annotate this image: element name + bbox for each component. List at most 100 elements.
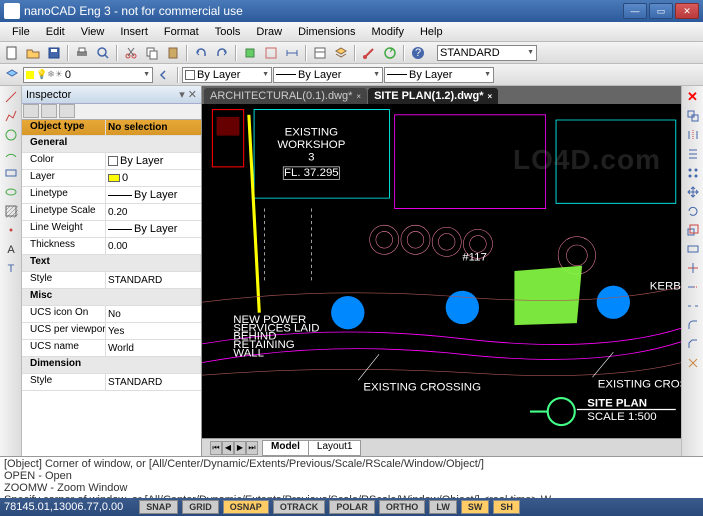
cut-icon[interactable]: [121, 44, 141, 62]
menu-help[interactable]: Help: [412, 24, 451, 40]
status-polar[interactable]: POLAR: [329, 500, 375, 514]
tab-model[interactable]: Model: [262, 440, 309, 456]
move-icon[interactable]: [684, 183, 702, 201]
prop-textstyle[interactable]: STANDARD: [106, 272, 201, 288]
menu-view[interactable]: View: [73, 24, 113, 40]
maximize-button[interactable]: ▭: [649, 3, 673, 19]
doc-tab-siteplan[interactable]: SITE PLAN(1.2).dwg*×: [368, 88, 498, 104]
inspector-close-icon[interactable]: ▾ ✕: [179, 88, 197, 101]
new-icon[interactable]: [2, 44, 22, 62]
prop-dimstyle[interactable]: STANDARD: [106, 374, 201, 390]
undo-icon[interactable]: [191, 44, 211, 62]
prop-ltscale[interactable]: 0.20: [106, 204, 201, 220]
minimize-button[interactable]: —: [623, 3, 647, 19]
scale-icon[interactable]: [684, 221, 702, 239]
layers-icon[interactable]: [331, 44, 351, 62]
drawing-viewport[interactable]: LO4D.com: [202, 104, 681, 438]
color-dropdown[interactable]: By Layer: [182, 67, 272, 83]
explode-icon[interactable]: [684, 354, 702, 372]
prop-color[interactable]: By Layer: [106, 153, 201, 169]
menu-dimensions[interactable]: Dimensions: [290, 24, 363, 40]
prop-ucsvp[interactable]: Yes: [106, 323, 201, 339]
prop-thickness[interactable]: 0.00: [106, 238, 201, 254]
block-icon[interactable]: [240, 44, 260, 62]
tab-first-icon[interactable]: ⏮: [210, 441, 222, 455]
status-ortho[interactable]: ORTHO: [379, 500, 426, 514]
status-sw[interactable]: SW: [461, 500, 490, 514]
line-icon[interactable]: [2, 88, 20, 106]
rotate-icon[interactable]: [684, 202, 702, 220]
help-icon[interactable]: ?: [408, 44, 428, 62]
doc-tab-architectural[interactable]: ARCHITECTURAL(0.1).dwg*×: [204, 88, 367, 104]
tab-last-icon[interactable]: ⏭: [246, 441, 258, 455]
close-tab-icon[interactable]: ×: [488, 92, 493, 101]
erase-icon[interactable]: ✕: [684, 88, 702, 106]
menu-draw[interactable]: Draw: [248, 24, 290, 40]
properties-icon[interactable]: [310, 44, 330, 62]
status-osnap[interactable]: OSNAP: [223, 500, 269, 514]
arc-icon[interactable]: [2, 145, 20, 163]
copy-obj-icon[interactable]: [684, 107, 702, 125]
refedit-icon[interactable]: [261, 44, 281, 62]
section-general[interactable]: General: [22, 136, 201, 152]
prop-ucsname[interactable]: World: [106, 340, 201, 356]
mirror-icon[interactable]: [684, 126, 702, 144]
status-lw[interactable]: LW: [429, 500, 457, 514]
break-icon[interactable]: [684, 297, 702, 315]
status-snap[interactable]: SNAP: [139, 500, 178, 514]
prop-lweight[interactable]: By Layer: [106, 221, 201, 237]
inspector-tab-2[interactable]: [41, 104, 57, 118]
section-misc[interactable]: Misc: [22, 289, 201, 305]
paste-icon[interactable]: [163, 44, 183, 62]
prop-layer[interactable]: 0: [106, 170, 201, 186]
point-icon[interactable]: [2, 221, 20, 239]
print-icon[interactable]: [72, 44, 92, 62]
text-icon[interactable]: A: [2, 240, 20, 258]
prop-ucsicon[interactable]: No: [106, 306, 201, 322]
status-otrack[interactable]: OTRACK: [273, 500, 326, 514]
preview-icon[interactable]: [93, 44, 113, 62]
command-window[interactable]: [Object] Corner of window, or [All/Cente…: [0, 456, 703, 498]
polyline-icon[interactable]: [2, 107, 20, 125]
menu-format[interactable]: Format: [156, 24, 207, 40]
redo-icon[interactable]: [212, 44, 232, 62]
mtext-icon[interactable]: T: [2, 259, 20, 277]
ellipse-icon[interactable]: [2, 183, 20, 201]
trim-icon[interactable]: [684, 259, 702, 277]
distance-icon[interactable]: [282, 44, 302, 62]
open-icon[interactable]: [23, 44, 43, 62]
menu-file[interactable]: File: [4, 24, 38, 40]
linetype-dropdown[interactable]: By Layer: [273, 67, 383, 83]
circle-icon[interactable]: [2, 126, 20, 144]
menu-insert[interactable]: Insert: [112, 24, 156, 40]
extend-icon[interactable]: [684, 278, 702, 296]
tab-prev-icon[interactable]: ◀: [222, 441, 234, 455]
menu-modify[interactable]: Modify: [364, 24, 412, 40]
inspector-tab-3[interactable]: [59, 104, 75, 118]
array-icon[interactable]: [684, 164, 702, 182]
copy-icon[interactable]: [142, 44, 162, 62]
section-text[interactable]: Text: [22, 255, 201, 271]
match-icon[interactable]: [359, 44, 379, 62]
layer-dropdown[interactable]: 💡❄☀ 0: [23, 67, 153, 83]
textstyle-dropdown[interactable]: STANDARD: [437, 45, 537, 61]
layer-manager-icon[interactable]: [2, 66, 22, 84]
status-sh[interactable]: SH: [493, 500, 520, 514]
fillet-icon[interactable]: [684, 316, 702, 334]
menu-tools[interactable]: Tools: [207, 24, 249, 40]
save-icon[interactable]: [44, 44, 64, 62]
hatch-icon[interactable]: [2, 202, 20, 220]
layer-prev-icon[interactable]: [154, 66, 174, 84]
close-tab-icon[interactable]: ×: [356, 92, 361, 101]
chamfer-icon[interactable]: [684, 335, 702, 353]
regen-icon[interactable]: [380, 44, 400, 62]
rectangle-icon[interactable]: [2, 164, 20, 182]
stretch-icon[interactable]: [684, 240, 702, 258]
section-dimension[interactable]: Dimension: [22, 357, 201, 373]
tab-layout1[interactable]: Layout1: [308, 440, 362, 456]
inspector-tab-1[interactable]: [23, 104, 39, 118]
offset-icon[interactable]: [684, 145, 702, 163]
lineweight-dropdown[interactable]: By Layer: [384, 67, 494, 83]
close-button[interactable]: ✕: [675, 3, 699, 19]
status-grid[interactable]: GRID: [182, 500, 219, 514]
